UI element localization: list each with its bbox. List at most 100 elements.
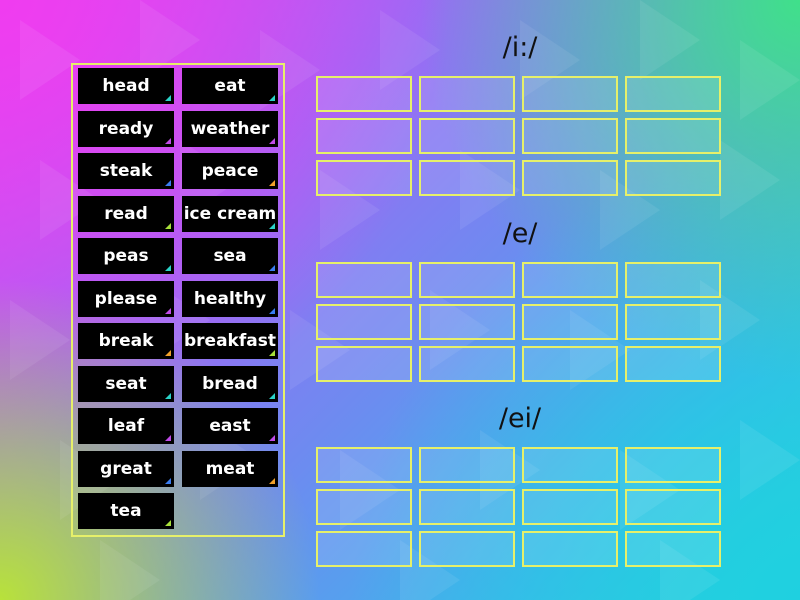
word-tile-label: peas	[103, 246, 149, 266]
corner-marker-icon	[269, 307, 275, 314]
word-tile[interactable]: east	[182, 408, 278, 444]
drop-slot[interactable]	[625, 447, 721, 483]
corner-marker-icon	[165, 477, 171, 484]
word-tile[interactable]: breakfast	[182, 323, 278, 359]
corner-marker-icon	[165, 350, 171, 356]
group-heading: /ei/	[498, 403, 542, 434]
drop-slot[interactable]	[419, 160, 515, 196]
drop-slot[interactable]	[419, 262, 515, 298]
word-tile-label: meat	[205, 458, 255, 479]
word-tile-label: read	[104, 203, 148, 224]
corner-marker-icon	[269, 180, 275, 186]
drop-slot[interactable]	[316, 160, 412, 196]
word-tile[interactable]: eat	[182, 68, 278, 104]
word-tile-label: break	[98, 331, 154, 351]
word-tile[interactable]: ready	[78, 110, 174, 147]
word-tile[interactable]: leaf	[78, 408, 174, 444]
word-tile-label: great	[100, 458, 152, 479]
corner-marker-icon	[269, 392, 275, 399]
drop-slot[interactable]	[316, 489, 412, 525]
word-tile-label: ready	[98, 118, 154, 139]
word-tile[interactable]: steak	[78, 153, 174, 189]
word-tile-label: bread	[202, 373, 258, 394]
corner-marker-icon	[165, 137, 171, 144]
drop-slot[interactable]	[625, 262, 721, 298]
drop-slot[interactable]	[625, 346, 721, 382]
drop-slot[interactable]	[316, 346, 412, 382]
drop-slot[interactable]	[625, 160, 721, 196]
drop-slot[interactable]	[419, 304, 515, 340]
word-tile-label: head	[102, 76, 150, 96]
drop-slot[interactable]	[419, 76, 515, 112]
word-tile-label: ice cream	[183, 203, 277, 224]
group-heading: /e/	[502, 218, 538, 249]
corner-marker-icon	[269, 265, 275, 271]
drop-slot[interactable]	[625, 531, 721, 567]
drop-slot[interactable]	[316, 118, 412, 154]
drop-slot[interactable]	[316, 262, 412, 298]
drop-slot[interactable]	[419, 118, 515, 154]
drop-slot[interactable]	[316, 304, 412, 340]
corner-marker-icon	[165, 392, 171, 399]
word-tile[interactable]: meat	[182, 450, 278, 487]
corner-marker-icon	[165, 265, 171, 271]
corner-marker-icon	[269, 222, 275, 229]
corner-marker-icon	[165, 180, 171, 186]
word-tile-label: sea	[213, 246, 247, 266]
drop-slot[interactable]	[419, 489, 515, 525]
word-tile[interactable]: please	[78, 280, 174, 317]
drop-slot[interactable]	[522, 447, 618, 483]
drop-slot[interactable]	[625, 76, 721, 112]
word-tile[interactable]: peace	[182, 153, 278, 189]
corner-marker-icon	[269, 95, 275, 101]
word-tile[interactable]: seat	[78, 365, 174, 402]
word-tile-label: leaf	[107, 416, 145, 436]
drop-slot[interactable]	[419, 531, 515, 567]
corner-marker-icon	[165, 435, 171, 441]
word-tile-label: healthy	[193, 288, 267, 309]
drop-slot[interactable]	[522, 76, 618, 112]
corner-marker-icon	[269, 477, 275, 484]
drop-slot[interactable]	[522, 160, 618, 196]
drop-slot[interactable]	[625, 489, 721, 525]
word-tile[interactable]: healthy	[182, 280, 278, 317]
word-tile[interactable]: sea	[182, 238, 278, 274]
word-tile-label: steak	[99, 161, 153, 181]
corner-marker-icon	[269, 435, 275, 441]
word-tile-label: eat	[214, 76, 246, 96]
corner-marker-icon	[165, 520, 171, 526]
word-tile-label: seat	[105, 373, 147, 394]
word-tile-label: east	[209, 416, 251, 436]
drop-slot[interactable]	[419, 346, 515, 382]
drop-slot[interactable]	[522, 304, 618, 340]
word-tile[interactable]: head	[78, 68, 174, 104]
word-tile-label: weather	[190, 118, 270, 139]
drop-slot[interactable]	[522, 118, 618, 154]
group-heading: /i:/	[502, 32, 538, 63]
word-tile-label: tea	[110, 501, 142, 521]
word-tile[interactable]: weather	[182, 110, 278, 147]
word-tile[interactable]: break	[78, 323, 174, 359]
drop-slot[interactable]	[625, 118, 721, 154]
drop-slot[interactable]	[316, 531, 412, 567]
drop-slot[interactable]	[316, 76, 412, 112]
drop-slot[interactable]	[522, 489, 618, 525]
word-tile[interactable]: peas	[78, 238, 174, 274]
drop-slot[interactable]	[316, 447, 412, 483]
drop-slot[interactable]	[625, 304, 721, 340]
word-tile[interactable]: bread	[182, 365, 278, 402]
word-tile[interactable]: tea	[78, 493, 174, 529]
corner-marker-icon	[165, 222, 171, 229]
word-tile[interactable]: great	[78, 450, 174, 487]
drop-slot[interactable]	[522, 531, 618, 567]
drop-slot[interactable]	[419, 447, 515, 483]
word-tile-label: please	[94, 288, 158, 309]
word-tile[interactable]: ice cream	[182, 195, 278, 232]
corner-marker-icon	[269, 350, 275, 356]
corner-marker-icon	[269, 137, 275, 144]
drop-slot[interactable]	[522, 346, 618, 382]
drop-slot[interactable]	[522, 262, 618, 298]
corner-marker-icon	[165, 307, 171, 314]
word-tile-label: peace	[201, 161, 259, 181]
word-tile[interactable]: read	[78, 195, 174, 232]
